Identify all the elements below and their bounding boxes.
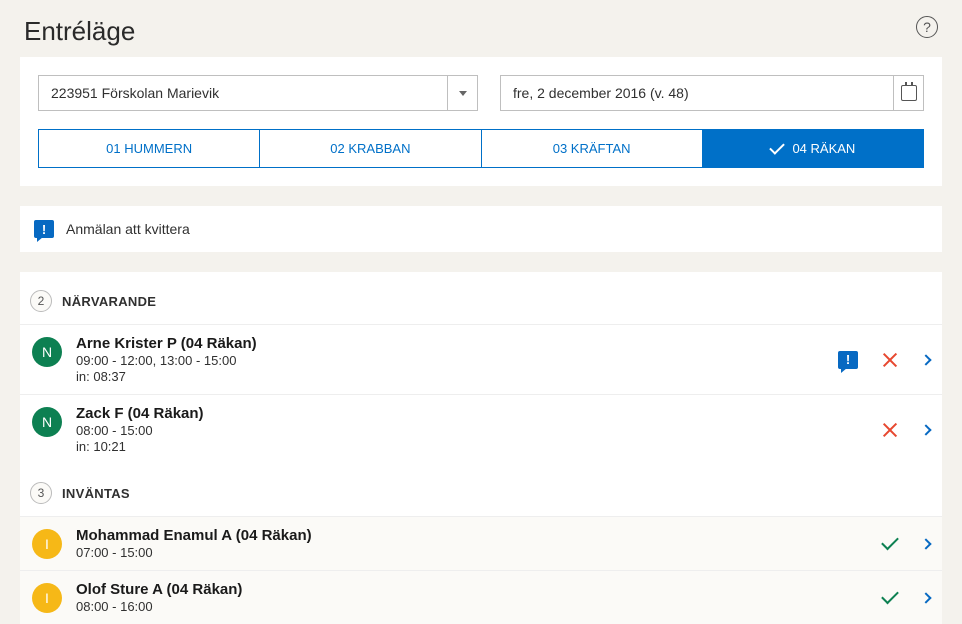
section-header-waiting: 3 INVÄNTAS [20, 464, 942, 516]
filter-panel: 223951 Förskolan Marievik fre, 2 decembe… [20, 57, 942, 186]
check-icon [770, 139, 786, 155]
notice-bar[interactable]: ! Anmälan att kvittera [20, 206, 942, 252]
date-picker[interactable]: fre, 2 december 2016 (v. 48) [500, 75, 924, 111]
person-name: Olof Sture A (04 Räkan) [76, 581, 868, 598]
detail-button[interactable] [922, 356, 930, 364]
alert-icon: ! [838, 351, 858, 369]
count-badge: 3 [30, 482, 52, 504]
person-checkin: in: 08:37 [76, 369, 824, 384]
tab-04-rakan[interactable]: 04 RÄKAN [703, 130, 924, 167]
school-select-value: 223951 Förskolan Marievik [39, 76, 447, 110]
person-time: 08:00 - 15:00 [76, 423, 868, 438]
check-icon [881, 587, 899, 605]
person-time: 09:00 - 12:00, 13:00 - 15:00 [76, 353, 824, 368]
help-button[interactable]: ? [916, 16, 938, 38]
person-name: Arne Krister P (04 Räkan) [76, 335, 824, 352]
confirm-button[interactable] [882, 595, 898, 600]
person-checkin: in: 10:21 [76, 439, 868, 454]
chevron-right-icon [920, 424, 931, 435]
tab-label: 04 RÄKAN [792, 141, 855, 156]
person-info: Olof Sture A (04 Räkan) 08:00 - 16:00 [76, 581, 868, 614]
avatar: N [32, 337, 62, 367]
list-item: N Zack F (04 Räkan) 08:00 - 15:00 in: 10… [20, 394, 942, 464]
school-select[interactable]: 223951 Förskolan Marievik [38, 75, 478, 111]
list-item: N Arne Krister P (04 Räkan) 09:00 - 12:0… [20, 324, 942, 394]
calendar-icon [901, 85, 917, 101]
section-title: NÄRVARANDE [62, 294, 156, 309]
confirm-button[interactable] [882, 541, 898, 546]
tab-02-krabban[interactable]: 02 KRABBAN [260, 130, 481, 167]
avatar: N [32, 407, 62, 437]
person-info: Zack F (04 Räkan) 08:00 - 15:00 in: 10:2… [76, 405, 868, 454]
caret-down-icon [459, 91, 467, 96]
chevron-right-icon [920, 354, 931, 365]
count-badge: 2 [30, 290, 52, 312]
person-info: Mohammad Enamul A (04 Räkan) 07:00 - 15:… [76, 527, 868, 560]
check-icon [881, 533, 899, 551]
detail-button[interactable] [922, 594, 930, 602]
date-picker-value: fre, 2 december 2016 (v. 48) [501, 76, 893, 110]
remove-button[interactable] [882, 352, 898, 368]
person-name: Zack F (04 Räkan) [76, 405, 868, 422]
person-name: Mohammad Enamul A (04 Räkan) [76, 527, 868, 544]
x-icon [882, 422, 898, 438]
tabs: 01 HUMMERN 02 KRABBAN 03 KRÄFTAN 04 RÄKA… [38, 129, 924, 168]
detail-button[interactable] [922, 540, 930, 548]
remove-button[interactable] [882, 422, 898, 438]
tab-03-kraftan[interactable]: 03 KRÄFTAN [482, 130, 703, 167]
alert-icon: ! [34, 220, 54, 238]
list-item: I Mohammad Enamul A (04 Räkan) 07:00 - 1… [20, 516, 942, 570]
attendance-list: 2 NÄRVARANDE N Arne Krister P (04 Räkan)… [20, 272, 942, 624]
section-title: INVÄNTAS [62, 486, 130, 501]
alert-button[interactable]: ! [838, 351, 858, 369]
avatar: I [32, 583, 62, 613]
section-header-present: 2 NÄRVARANDE [20, 272, 942, 324]
avatar: I [32, 529, 62, 559]
school-select-toggle[interactable] [447, 76, 477, 110]
page-title: Entréläge [24, 16, 135, 47]
person-time: 07:00 - 15:00 [76, 545, 868, 560]
chevron-right-icon [920, 538, 931, 549]
detail-button[interactable] [922, 426, 930, 434]
date-picker-toggle[interactable] [893, 76, 923, 110]
chevron-right-icon [920, 592, 931, 603]
person-info: Arne Krister P (04 Räkan) 09:00 - 12:00,… [76, 335, 824, 384]
tab-01-hummern[interactable]: 01 HUMMERN [38, 130, 260, 167]
notice-text: Anmälan att kvittera [66, 221, 190, 237]
list-item: I Olof Sture A (04 Räkan) 08:00 - 16:00 [20, 570, 942, 624]
x-icon [882, 352, 898, 368]
